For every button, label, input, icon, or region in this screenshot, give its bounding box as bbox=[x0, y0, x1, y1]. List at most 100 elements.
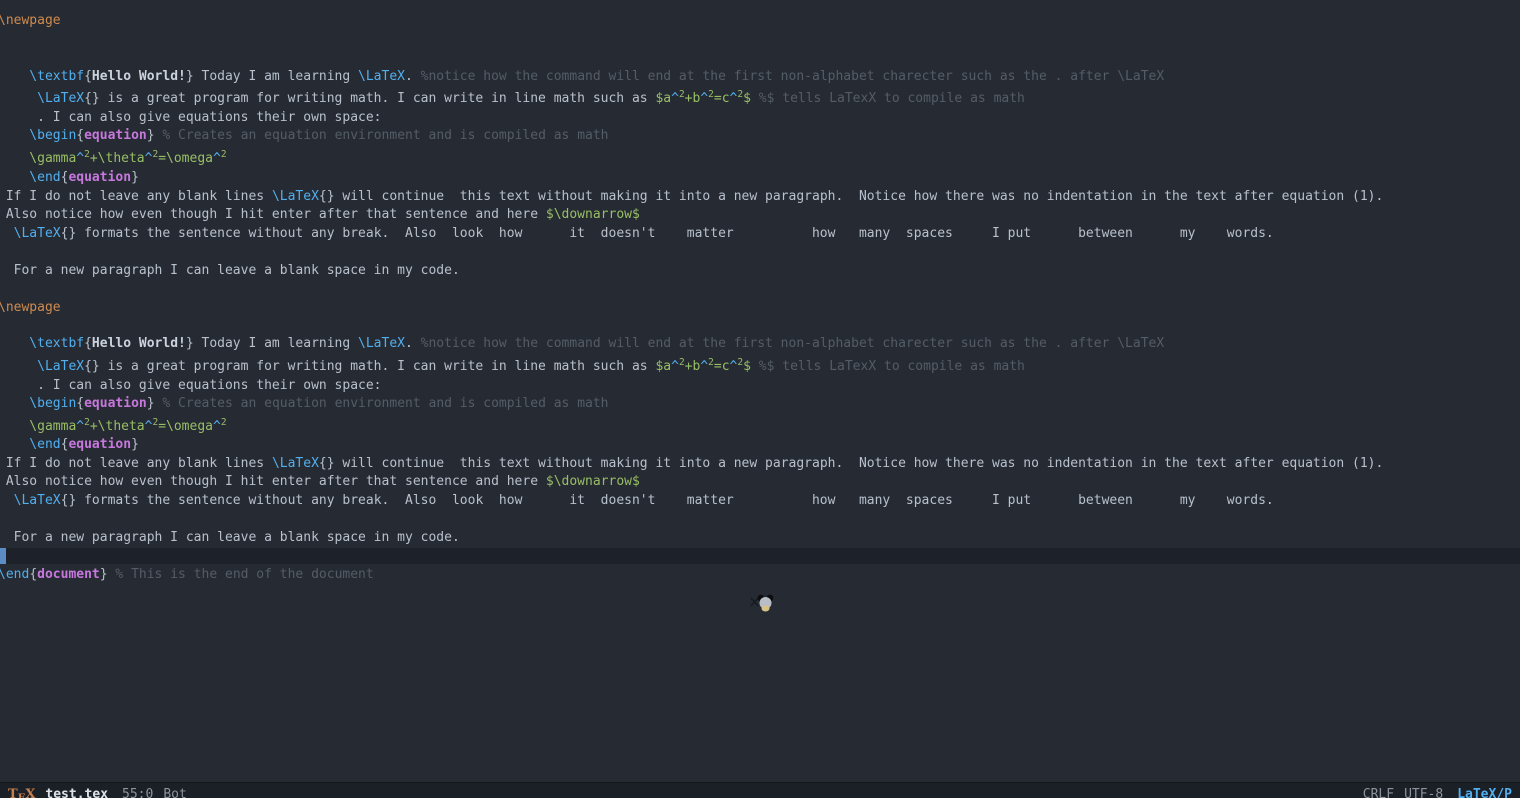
superscript: 2 bbox=[221, 149, 227, 160]
tex-mode-icon: TEX bbox=[8, 787, 35, 798]
code-segment: } Today I am learning bbox=[186, 69, 358, 84]
code-segment: % This is the end of the document bbox=[115, 567, 373, 582]
code-segment: equation bbox=[68, 170, 131, 185]
latex-source-buffer[interactable]: \newpage \textbf{Hello World!} Today I a… bbox=[0, 0, 1520, 782]
code-line-14[interactable]: \LaTeX{} is a great program for writing … bbox=[0, 359, 1520, 375]
emacs-window: \newpage \textbf{Hello World!} Today I a… bbox=[0, 0, 1520, 798]
code-segment: } bbox=[147, 128, 163, 143]
code-segment: { bbox=[84, 336, 92, 351]
code-line-10[interactable]: \LaTeX{} formats the sentence without an… bbox=[0, 226, 1520, 242]
code-segment: %$ tells LaTexX to compile as math bbox=[759, 359, 1025, 374]
modeline-left: TEXtest.tex55:0Bot bbox=[8, 787, 187, 798]
code-segment: Also notice how even though I hit enter … bbox=[0, 207, 546, 222]
code-line-20[interactable]: Also notice how even though I hit enter … bbox=[0, 474, 1520, 490]
code-line-9[interactable]: Also notice how even though I hit enter … bbox=[0, 207, 1520, 223]
code-segment: % Creates an equation environment and is… bbox=[162, 128, 608, 143]
code-segment: %notice how the command will end at the … bbox=[421, 69, 1165, 84]
code-segment: +b bbox=[685, 359, 701, 374]
code-line-6[interactable]: \gamma^2+\theta^2=\omega^2 bbox=[0, 151, 1520, 167]
code-segment: ^ bbox=[671, 91, 679, 106]
code-segment: { bbox=[84, 69, 92, 84]
code-segment: =c bbox=[714, 359, 730, 374]
code-segment: \newpage bbox=[0, 300, 61, 315]
code-segment: {} formats the sentence without any brea… bbox=[61, 226, 1274, 241]
code-line-21[interactable]: \LaTeX{} formats the sentence without an… bbox=[0, 493, 1520, 509]
modeline: TEXtest.tex55:0Bot CRLFUTF-8LaTeX/P bbox=[0, 782, 1520, 798]
superscript: 2 bbox=[152, 149, 158, 160]
code-segment: . bbox=[405, 336, 421, 351]
superscript: 2 bbox=[737, 357, 743, 368]
code-segment: . I can also give equations their own sp… bbox=[0, 110, 382, 125]
code-segment: $a bbox=[655, 359, 671, 374]
code-segment: Hello World! bbox=[92, 336, 186, 351]
code-segment: ^ bbox=[700, 91, 708, 106]
code-line-8[interactable]: If I do not leave any blank lines \LaTeX… bbox=[0, 189, 1520, 205]
code-line-2[interactable]: \textbf{Hello World!} Today I am learnin… bbox=[0, 69, 1520, 85]
code-segment: equation bbox=[68, 437, 131, 452]
code-segment: Hello World! bbox=[92, 69, 186, 84]
code-line-5[interactable]: \begin{equation} % Creates an equation e… bbox=[0, 128, 1520, 144]
code-line-17[interactable]: \gamma^2+\theta^2=\omega^2 bbox=[0, 419, 1520, 435]
code-segment: { bbox=[76, 396, 84, 411]
code-segment: {} will continue this text without makin… bbox=[319, 456, 1383, 471]
code-segment: ^ bbox=[671, 359, 679, 374]
code-segment: For a new paragraph I can leave a blank … bbox=[0, 530, 460, 545]
superscript: 2 bbox=[152, 417, 158, 428]
code-line-7[interactable]: \end{equation} bbox=[0, 170, 1520, 186]
code-segment: \LaTeX bbox=[358, 69, 405, 84]
encoding-indicator[interactable]: UTF-8 bbox=[1404, 787, 1443, 798]
code-segment: document bbox=[37, 567, 100, 582]
code-segment: ^ bbox=[76, 419, 84, 434]
code-segment: {} formats the sentence without any brea… bbox=[61, 493, 1274, 508]
code-line-19[interactable]: If I do not leave any blank lines \LaTeX… bbox=[0, 456, 1520, 472]
code-segment: If I do not leave any blank lines bbox=[0, 189, 272, 204]
superscript: 2 bbox=[708, 357, 714, 368]
code-line-22[interactable]: For a new paragraph I can leave a blank … bbox=[0, 530, 1520, 546]
code-segment: . bbox=[405, 69, 421, 84]
code-segment: \end bbox=[0, 170, 61, 185]
code-segment: $ bbox=[743, 91, 751, 106]
code-segment: ^ bbox=[213, 419, 221, 434]
code-segment: $ bbox=[743, 359, 751, 374]
superscript: 2 bbox=[737, 89, 743, 100]
code-line-12[interactable]: \newpage bbox=[0, 300, 1520, 316]
code-segment: $\downarrow$ bbox=[546, 474, 640, 489]
code-line-16[interactable]: \begin{equation} % Creates an equation e… bbox=[0, 396, 1520, 412]
code-segment: ^ bbox=[700, 359, 708, 374]
code-segment: %notice how the command will end at the … bbox=[421, 336, 1165, 351]
code-segment: \end bbox=[0, 437, 61, 452]
code-segment: \LaTeX bbox=[0, 493, 61, 508]
cursor-position[interactable]: 55:0 bbox=[122, 787, 153, 798]
code-segment: } bbox=[131, 437, 139, 452]
code-segment: Also notice how even though I hit enter … bbox=[0, 474, 546, 489]
code-segment: \LaTeX bbox=[272, 189, 319, 204]
code-segment: } bbox=[131, 170, 139, 185]
mouse-pointer-icon bbox=[749, 592, 777, 614]
code-line-13[interactable]: \textbf{Hello World!} Today I am learnin… bbox=[0, 336, 1520, 352]
superscript: 2 bbox=[708, 89, 714, 100]
text-cursor bbox=[0, 548, 6, 564]
code-line-3[interactable]: \LaTeX{} is a great program for writing … bbox=[0, 91, 1520, 107]
code-segment: \begin bbox=[0, 128, 76, 143]
superscript: 2 bbox=[679, 357, 685, 368]
modeline-right: CRLF UTF-8 LaTeX/P bbox=[1363, 787, 1512, 798]
code-segment: \LaTeX bbox=[0, 359, 84, 374]
code-segment: \LaTeX bbox=[272, 456, 319, 471]
code-segment: { bbox=[29, 567, 37, 582]
major-mode-indicator[interactable]: LaTeX/P bbox=[1457, 787, 1512, 798]
eol-indicator[interactable]: CRLF bbox=[1363, 787, 1394, 798]
code-segment: =c bbox=[714, 91, 730, 106]
code-segment: $\downarrow$ bbox=[546, 207, 640, 222]
code-segment: =\omega bbox=[158, 419, 213, 434]
code-line-23[interactable]: \end{document} % This is the end of the … bbox=[0, 567, 1520, 583]
buffer-filename[interactable]: test.tex bbox=[45, 787, 108, 798]
code-segment: =\omega bbox=[158, 151, 213, 166]
code-segment: } bbox=[100, 567, 116, 582]
code-line-4[interactable]: . I can also give equations their own sp… bbox=[0, 110, 1520, 126]
code-line-18[interactable]: \end{equation} bbox=[0, 437, 1520, 453]
code-segment: +\theta bbox=[90, 419, 145, 434]
code-line-1[interactable]: \newpage bbox=[0, 13, 1520, 29]
code-line-15[interactable]: . I can also give equations their own sp… bbox=[0, 378, 1520, 394]
code-line-11[interactable]: For a new paragraph I can leave a blank … bbox=[0, 263, 1520, 279]
code-segment: For a new paragraph I can leave a blank … bbox=[0, 263, 460, 278]
